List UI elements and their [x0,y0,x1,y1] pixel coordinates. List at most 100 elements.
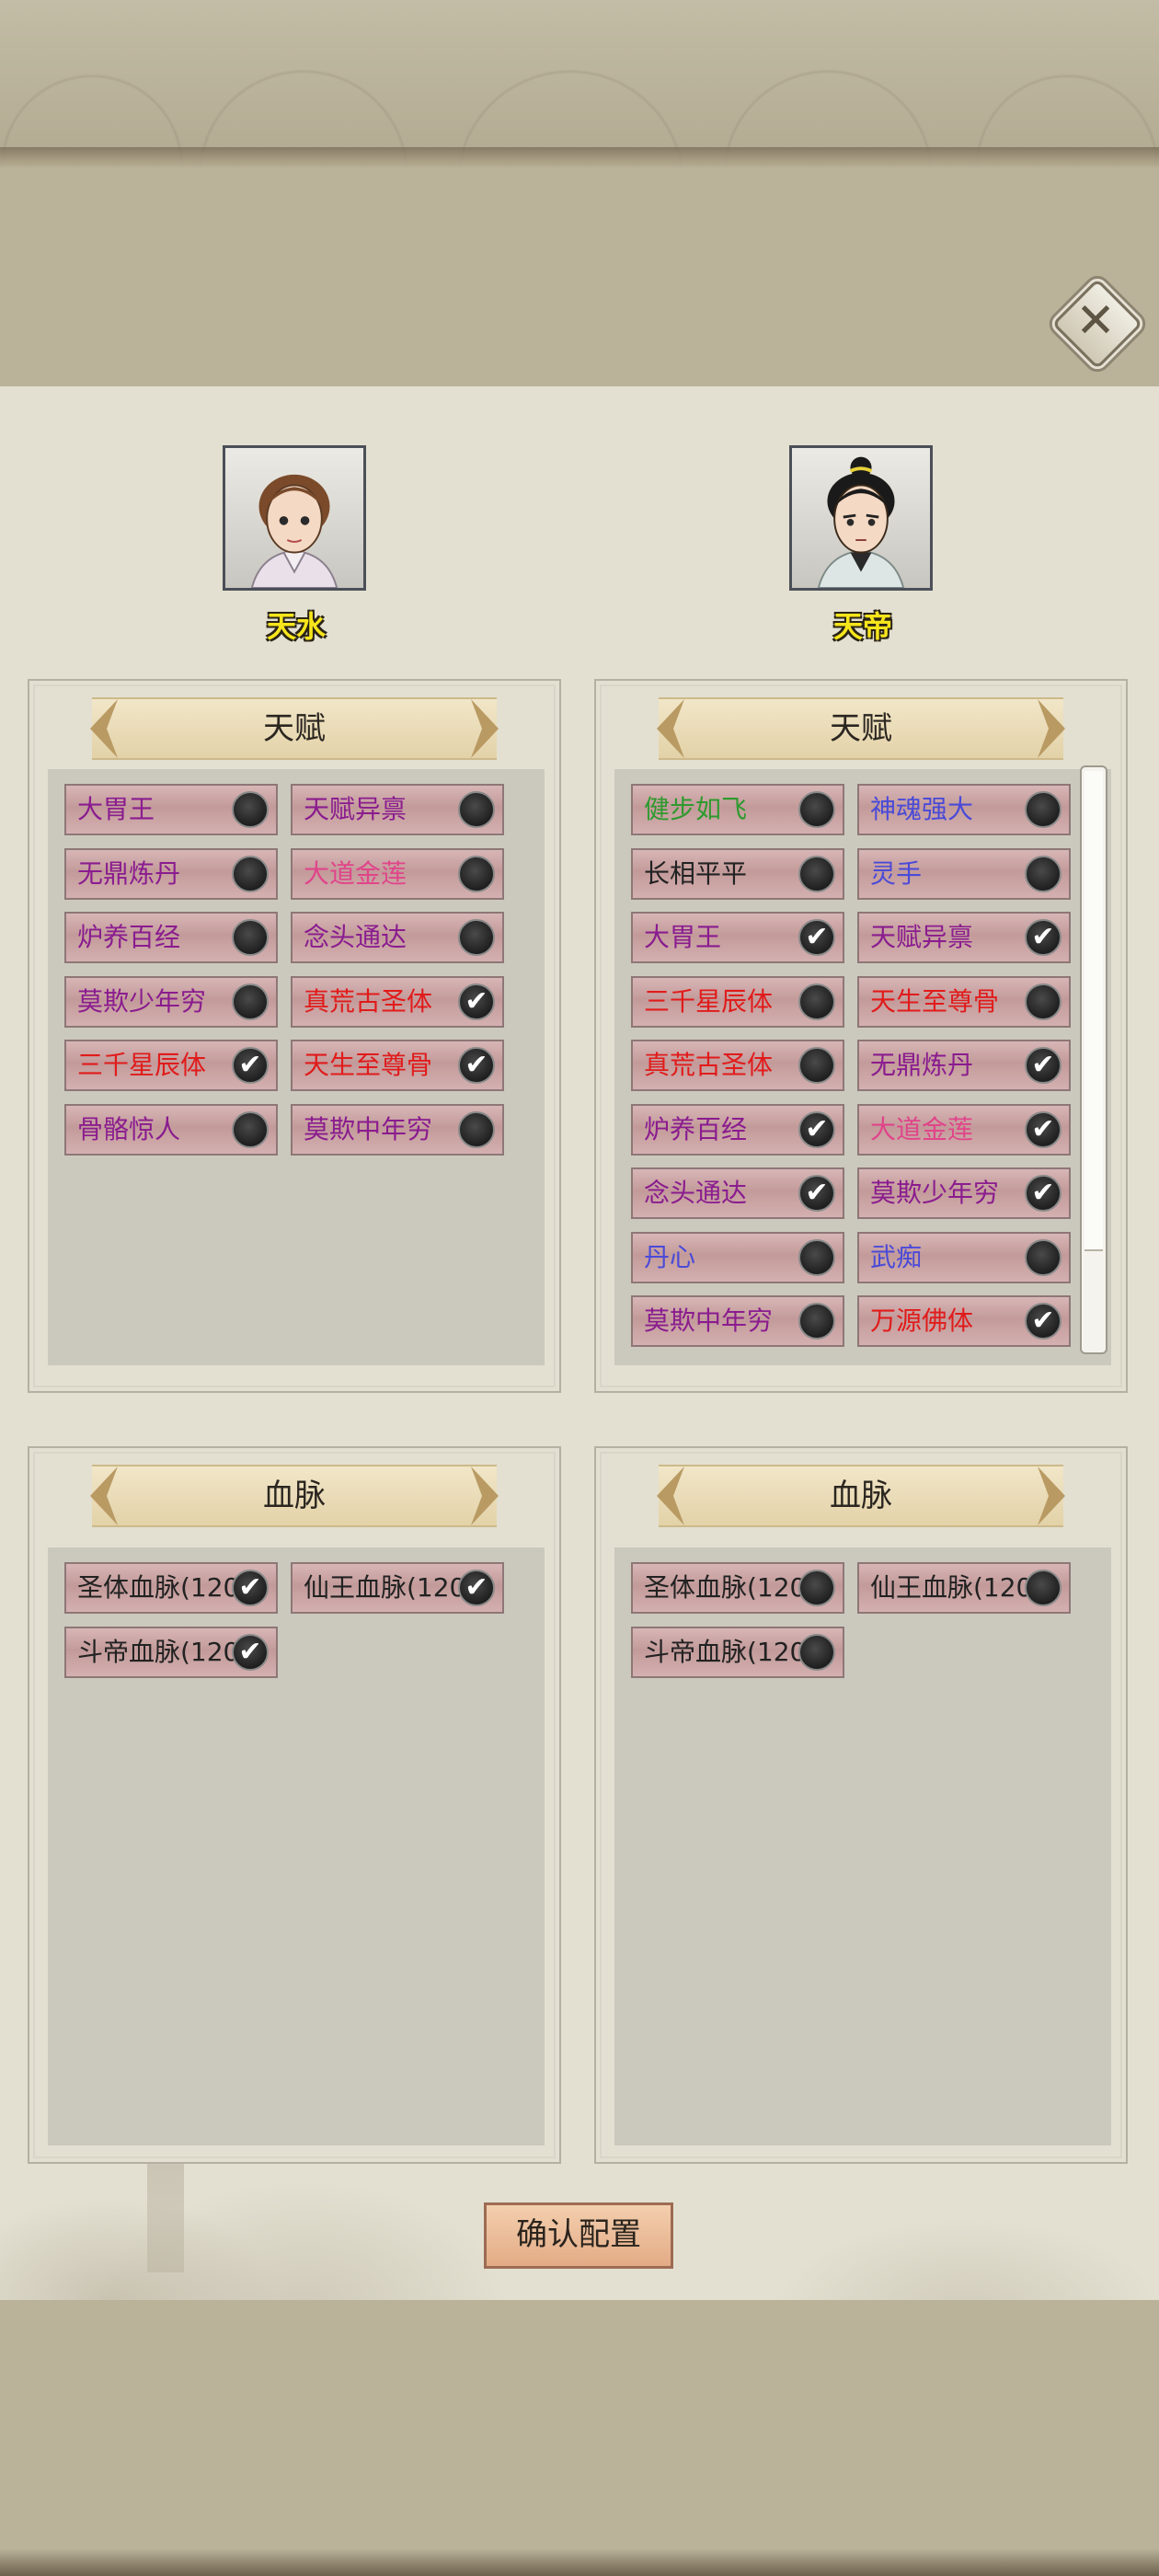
left-talent-list[interactable]: 大胃王 天赋异禀 无鼎炼丹 大道金莲 炉养百经 念头通达 莫欺少年穷 真荒古圣体 ✔ 三千星辰体 ✔… [48,769,545,1365]
option-chip[interactable]: 无鼎炼丹 [64,847,278,900]
left-talent-title: 天赋 [263,710,326,747]
circle-icon[interactable] [1025,791,1061,828]
option-chip[interactable]: 天赋异禀 [291,784,504,835]
right-bloodline-banner: 血脉 [657,1465,1065,1527]
checkmark-icon[interactable]: ✔ [232,1633,269,1671]
right-talent-box: 天赋 健步如飞 神魂强大 长相平平 灵手 大胃王 ✔ 天赋异禀 ✔ 三千星辰体 天生至尊骨 真荒古圣… [594,679,1128,1393]
option-chip[interactable]: 天生至尊骨 ✔ [291,1040,504,1091]
option-chip[interactable]: 念头通达 [291,912,504,963]
right-talent-title: 天赋 [830,710,892,747]
checkmark-icon[interactable]: ✔ [458,983,495,1020]
circle-icon[interactable] [232,919,269,956]
left-character-avatar[interactable] [223,445,366,591]
right-talent-scrollbar[interactable] [1080,765,1107,1354]
option-chip[interactable]: 三千星辰体 ✔ [64,1040,278,1091]
right-talent-banner: 天赋 [657,697,1065,760]
circle-icon[interactable] [798,1047,835,1084]
option-chip[interactable]: 莫欺少年穷 [64,975,278,1028]
option-chip[interactable]: 无鼎炼丹 ✔ [857,1040,1071,1091]
option-chip[interactable]: 骨骼惊人 [64,1103,278,1156]
circle-icon[interactable] [798,983,835,1020]
left-bloodline-list[interactable]: 圣体血脉(120) ✔ 仙王血脉(120) ✔ 斗帝血脉(120) ✔ [48,1547,545,2145]
circle-icon[interactable] [1025,855,1061,892]
option-chip[interactable]: 莫欺少年穷 ✔ [857,1167,1071,1219]
circle-icon[interactable] [1025,1570,1061,1606]
checkmark-icon[interactable]: ✔ [798,919,835,956]
male-portrait-icon [817,456,905,588]
checkmark-icon[interactable]: ✔ [232,1047,269,1084]
confirm-config-button[interactable]: 确认配置 [484,2202,673,2269]
option-chip[interactable]: 丹心 [631,1231,844,1283]
checkmark-icon[interactable]: ✔ [1025,1175,1061,1212]
circle-icon[interactable] [1025,983,1061,1020]
option-chip[interactable]: 健步如飞 [631,784,844,835]
option-chip[interactable]: 真荒古圣体 [631,1040,844,1091]
option-chip[interactable]: 长相平平 [631,847,844,900]
checkmark-icon[interactable]: ✔ [1025,1047,1061,1084]
circle-icon[interactable] [798,855,835,892]
left-talent-banner: 天赋 [90,697,499,760]
option-chip[interactable]: 天赋异禀 ✔ [857,912,1071,963]
circle-icon[interactable] [798,791,835,828]
close-icon: ✕ [1075,293,1116,349]
scrollbar-thumb[interactable] [1084,771,1103,1251]
left-bloodline-title: 血脉 [263,1478,326,1514]
option-chip[interactable]: 炉养百经 [64,912,278,963]
circle-icon[interactable] [232,1110,269,1148]
option-chip[interactable]: 莫欺中年穷 [291,1103,504,1156]
circle-icon[interactable] [458,855,495,892]
circle-icon[interactable] [232,791,269,828]
option-chip[interactable]: 真荒古圣体 ✔ [291,975,504,1028]
option-chip[interactable]: 大道金莲 [291,847,504,900]
circle-icon[interactable] [798,1303,835,1340]
checkmark-icon[interactable]: ✔ [798,1175,835,1212]
checkmark-icon[interactable]: ✔ [458,1570,495,1606]
checkmark-icon[interactable]: ✔ [458,1047,495,1084]
circle-icon[interactable] [458,1110,495,1148]
option-chip[interactable]: 大胃王 ✔ [631,912,844,963]
option-chip[interactable]: 天生至尊骨 [857,975,1071,1028]
circle-icon[interactable] [798,1570,835,1606]
bottom-scroll-edge [0,2548,1159,2576]
option-chip[interactable]: 仙王血脉(120) [857,1562,1071,1614]
option-chip[interactable]: 斗帝血脉(120) [631,1626,844,1678]
checkmark-icon[interactable]: ✔ [232,1570,269,1606]
circle-icon[interactable] [458,919,495,956]
checkmark-icon[interactable]: ✔ [798,1110,835,1148]
circle-icon[interactable] [232,855,269,892]
option-chip[interactable]: 灵手 [857,847,1071,900]
option-chip[interactable]: 斗帝血脉(120) ✔ [64,1626,278,1678]
circle-icon[interactable] [1025,1238,1061,1276]
right-talent-list[interactable]: 健步如飞 神魂强大 长相平平 灵手 大胃王 ✔ 天赋异禀 ✔ 三千星辰体 天生至尊骨 真荒古圣体 无鼎… [614,769,1111,1365]
option-chip[interactable]: 万源佛体 ✔ [857,1295,1071,1347]
left-bloodline-banner: 血脉 [90,1465,499,1527]
circle-icon[interactable] [798,1238,835,1276]
option-chip[interactable]: 大道金莲 ✔ [857,1103,1071,1156]
left-talent-box: 天赋 大胃王 天赋异禀 无鼎炼丹 大道金莲 炉养百经 念头通达 莫欺少年穷 真荒古圣体 ✔ 三千星… [28,679,561,1393]
option-chip[interactable]: 大胃王 [64,784,278,835]
option-chip[interactable]: 武痴 [857,1231,1071,1283]
circle-icon[interactable] [458,791,495,828]
circle-icon[interactable] [798,1633,835,1671]
top-scroll-edge [0,147,1159,169]
right-character-avatar[interactable] [789,445,933,591]
close-button[interactable]: ✕ [1051,278,1143,370]
left-bloodline-box: 血脉 圣体血脉(120) ✔ 仙王血脉(120) ✔ 斗帝血脉(120) ✔ [28,1446,561,2164]
option-chip[interactable]: 仙王血脉(120) ✔ [291,1562,504,1614]
option-chip[interactable]: 圣体血脉(120) ✔ [64,1562,278,1614]
checkmark-icon[interactable]: ✔ [1025,919,1061,956]
option-chip[interactable]: 炉养百经 ✔ [631,1103,844,1156]
option-chip[interactable]: 莫欺中年穷 [631,1295,844,1347]
option-chip[interactable]: 圣体血脉(120) [631,1562,844,1614]
option-chip[interactable]: 三千星辰体 [631,975,844,1028]
option-chip[interactable]: 神魂强大 [857,784,1071,835]
top-decoration [0,0,1159,166]
checkmark-icon[interactable]: ✔ [1025,1303,1061,1340]
right-bloodline-list[interactable]: 圣体血脉(120) 仙王血脉(120) 斗帝血脉(120) [614,1547,1111,2145]
circle-icon[interactable] [232,983,269,1020]
option-chip[interactable]: 念头通达 ✔ [631,1167,844,1219]
checkmark-icon[interactable]: ✔ [1025,1110,1061,1148]
right-bloodline-title: 血脉 [830,1478,892,1514]
right-bloodline-box: 血脉 圣体血脉(120) 仙王血脉(120) 斗帝血脉(120) [594,1446,1128,2164]
female-portrait-icon [250,474,339,588]
